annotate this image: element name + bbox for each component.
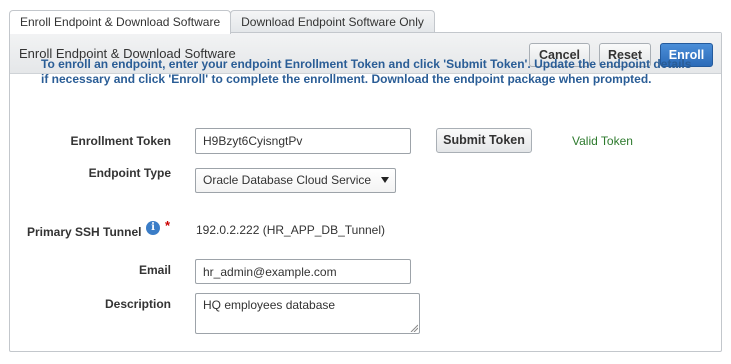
- token-status: Valid Token: [572, 134, 633, 148]
- description-label: Description: [104, 297, 171, 311]
- required-marker: *: [165, 218, 171, 233]
- enrollment-token-input[interactable]: H9Bzyt6CyisngtPv: [195, 128, 411, 154]
- tab-enroll-endpoint[interactable]: Enroll Endpoint & Download Software: [9, 10, 232, 34]
- chevron-down-icon: [381, 177, 389, 183]
- info-icon[interactable]: i: [146, 221, 160, 235]
- submit-token-button[interactable]: Submit Token: [436, 128, 532, 153]
- endpoint-type-select[interactable]: Oracle Database Cloud Service: [195, 168, 396, 193]
- tab-bar: Enroll Endpoint & Download Software Down…: [9, 10, 435, 34]
- email-input[interactable]: hr_admin@example.com: [195, 259, 411, 284]
- description-textarea[interactable]: HQ employees database: [195, 293, 420, 334]
- description-value: HQ employees database: [203, 298, 336, 312]
- ssh-tunnel-value: 192.0.2.222 (HR_APP_DB_Tunnel): [196, 223, 385, 237]
- resize-grip-icon[interactable]: [410, 324, 418, 332]
- instructions-text: To enroll an endpoint, enter your endpoi…: [41, 57, 692, 86]
- enrollment-token-label: Enrollment Token: [70, 134, 171, 148]
- ssh-tunnel-label: Primary SSH Tunnel: [27, 225, 142, 239]
- email-label: Email: [138, 263, 171, 277]
- endpoint-type-value: Oracle Database Cloud Service: [203, 173, 372, 187]
- tab-download-only[interactable]: Download Endpoint Software Only: [230, 10, 435, 33]
- endpoint-type-label: Endpoint Type: [88, 166, 171, 180]
